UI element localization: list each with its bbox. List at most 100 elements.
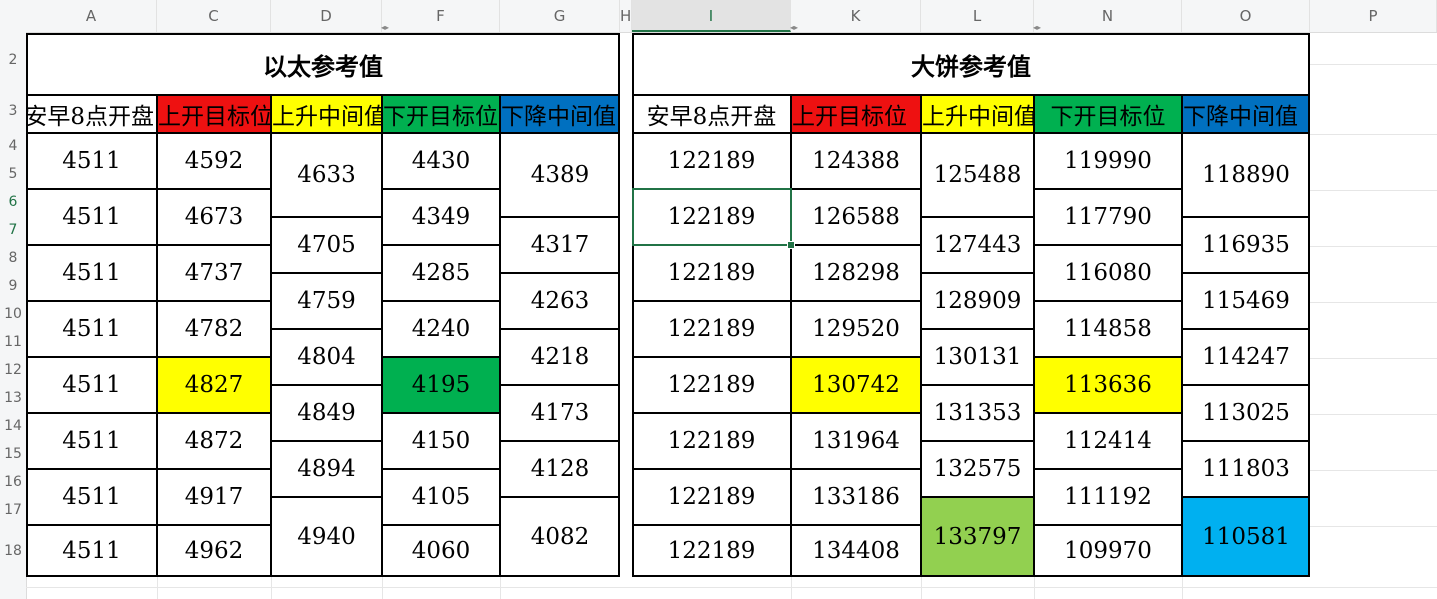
btc-down-target-cell[interactable]: 117790 [1034,189,1182,245]
row-header[interactable]: 11 [0,334,26,350]
eth-down-target-cell[interactable]: 4430 [382,133,500,189]
column-header-n[interactable]: N [1034,0,1182,32]
column-header-f[interactable]: F [382,0,500,32]
eth-up-mid-cell[interactable]: 4804 [271,329,382,385]
eth-up-mid-cell[interactable]: 4849 [271,385,382,441]
btc-down-target-cell[interactable]: 119990 [1034,133,1182,189]
btc-up-mid-cell-highlight[interactable]: 133797 [921,497,1034,577]
eth-down-target-cell[interactable]: 4240 [382,301,500,357]
eth-open-cell[interactable]: 4511 [26,245,157,301]
eth-header-open[interactable]: 安早8点开盘 [26,95,157,133]
btc-down-mid-cell[interactable]: 116935 [1182,217,1310,273]
eth-open-cell[interactable]: 4511 [26,189,157,245]
eth-down-target-cell[interactable]: 4285 [382,245,500,301]
row-header[interactable]: 2 [0,52,26,68]
eth-open-cell[interactable]: 4511 [26,301,157,357]
btc-down-target-cell[interactable]: 114858 [1034,301,1182,357]
eth-up-mid-cell[interactable]: 4759 [271,273,382,329]
eth-header-down-target[interactable]: 下开目标位 [382,95,500,133]
btc-header-down-target[interactable]: 下开目标位 [1034,95,1182,133]
eth-down-target-cell[interactable]: 4349 [382,189,500,245]
eth-up-target-cell[interactable]: 4673 [157,189,271,245]
eth-up-target-cell[interactable]: 4872 [157,413,271,469]
column-header-a[interactable]: A [26,0,157,32]
eth-up-target-cell[interactable]: 4782 [157,301,271,357]
eth-down-mid-cell[interactable]: 4082 [500,497,620,577]
column-header-c[interactable]: C [157,0,271,32]
btc-open-cell[interactable]: 122189 [632,301,791,357]
btc-down-target-cell-highlight[interactable]: 113636 [1034,357,1182,413]
eth-up-mid-cell[interactable]: 4633 [271,133,382,217]
eth-up-mid-cell[interactable]: 4705 [271,217,382,273]
btc-up-target-cell[interactable]: 131964 [791,413,921,469]
btc-down-mid-cell[interactable]: 111803 [1182,441,1310,497]
eth-down-target-cell[interactable]: 4150 [382,413,500,469]
column-header-h[interactable]: H [620,0,632,32]
row-header[interactable]: 4 [0,138,26,154]
eth-open-cell[interactable]: 4511 [26,357,157,413]
row-header[interactable]: 16 [0,474,26,490]
eth-up-mid-cell[interactable]: 4940 [271,497,382,577]
eth-open-cell[interactable]: 4511 [26,469,157,525]
btc-up-mid-cell[interactable]: 132575 [921,441,1034,497]
btc-header-open[interactable]: 安早8点开盘 [632,95,791,133]
btc-up-mid-cell[interactable]: 131353 [921,385,1034,441]
eth-down-target-cell-highlight[interactable]: 4195 [382,357,500,413]
row-header[interactable]: 8 [0,250,26,266]
row-header[interactable]: 10 [0,306,26,322]
btc-up-target-cell[interactable]: 126588 [791,189,921,245]
eth-up-target-cell-highlight[interactable]: 4827 [157,357,271,413]
column-header-g[interactable]: G [500,0,620,32]
btc-down-target-cell[interactable]: 112414 [1034,413,1182,469]
row-header[interactable]: 7 [0,222,26,238]
eth-open-cell[interactable]: 4511 [26,525,157,577]
btc-up-target-cell-highlight[interactable]: 130742 [791,357,921,413]
btc-header-up-target[interactable]: 上开目标位 [791,95,921,133]
btc-open-cell[interactable]: 122189 [632,413,791,469]
row-header[interactable]: 13 [0,390,26,406]
btc-down-mid-cell-highlight[interactable]: 110581 [1182,497,1310,577]
btc-up-target-cell[interactable]: 134408 [791,525,921,577]
column-header-o[interactable]: O [1182,0,1310,32]
btc-open-cell[interactable]: 122189 [632,469,791,525]
btc-open-cell[interactable]: 122189 [632,525,791,577]
row-header[interactable]: 14 [0,418,26,434]
btc-up-target-cell[interactable]: 128298 [791,245,921,301]
row-header[interactable]: 5 [0,166,26,182]
btc-down-target-cell[interactable]: 111192 [1034,469,1182,525]
eth-down-mid-cell[interactable]: 4317 [500,217,620,273]
column-header-k[interactable]: K [791,0,921,32]
btc-down-mid-cell[interactable]: 118890 [1182,133,1310,217]
btc-up-target-cell[interactable]: 129520 [791,301,921,357]
row-header[interactable]: 17 [0,502,26,518]
eth-down-mid-cell[interactable]: 4173 [500,385,620,441]
eth-up-target-cell[interactable]: 4917 [157,469,271,525]
row-header[interactable]: 3 [0,103,26,119]
eth-up-target-cell[interactable]: 4962 [157,525,271,577]
eth-down-target-cell[interactable]: 4060 [382,525,500,577]
eth-header-down-mid[interactable]: 下降中间值 [500,95,620,133]
btc-open-cell[interactable]: 122189 [632,357,791,413]
btc-down-mid-cell[interactable]: 115469 [1182,273,1310,329]
btc-up-mid-cell[interactable]: 128909 [921,273,1034,329]
eth-title-cell[interactable]: 以太参考值 [26,33,620,95]
eth-down-mid-cell[interactable]: 4389 [500,133,620,217]
btc-up-target-cell[interactable]: 124388 [791,133,921,189]
eth-up-mid-cell[interactable]: 4894 [271,441,382,497]
eth-up-target-cell[interactable]: 4737 [157,245,271,301]
eth-open-cell[interactable]: 4511 [26,413,157,469]
btc-open-cell[interactable]: 122189 [632,189,791,245]
btc-down-target-cell[interactable]: 109970 [1034,525,1182,577]
eth-down-target-cell[interactable]: 4105 [382,469,500,525]
btc-up-mid-cell[interactable]: 130131 [921,329,1034,385]
row-header[interactable]: 6 [0,194,26,210]
eth-open-cell[interactable]: 4511 [26,133,157,189]
eth-down-mid-cell[interactable]: 4218 [500,329,620,385]
column-header-d[interactable]: D ◂▸ [271,0,389,32]
column-header-p[interactable]: P [1310,0,1437,32]
btc-up-mid-cell[interactable]: 125488 [921,133,1034,217]
btc-open-cell[interactable]: 122189 [632,133,791,189]
btc-open-cell[interactable]: 122189 [632,245,791,301]
row-header[interactable]: 9 [0,278,26,294]
btc-title-cell[interactable]: 大饼参考值 [632,33,1310,95]
